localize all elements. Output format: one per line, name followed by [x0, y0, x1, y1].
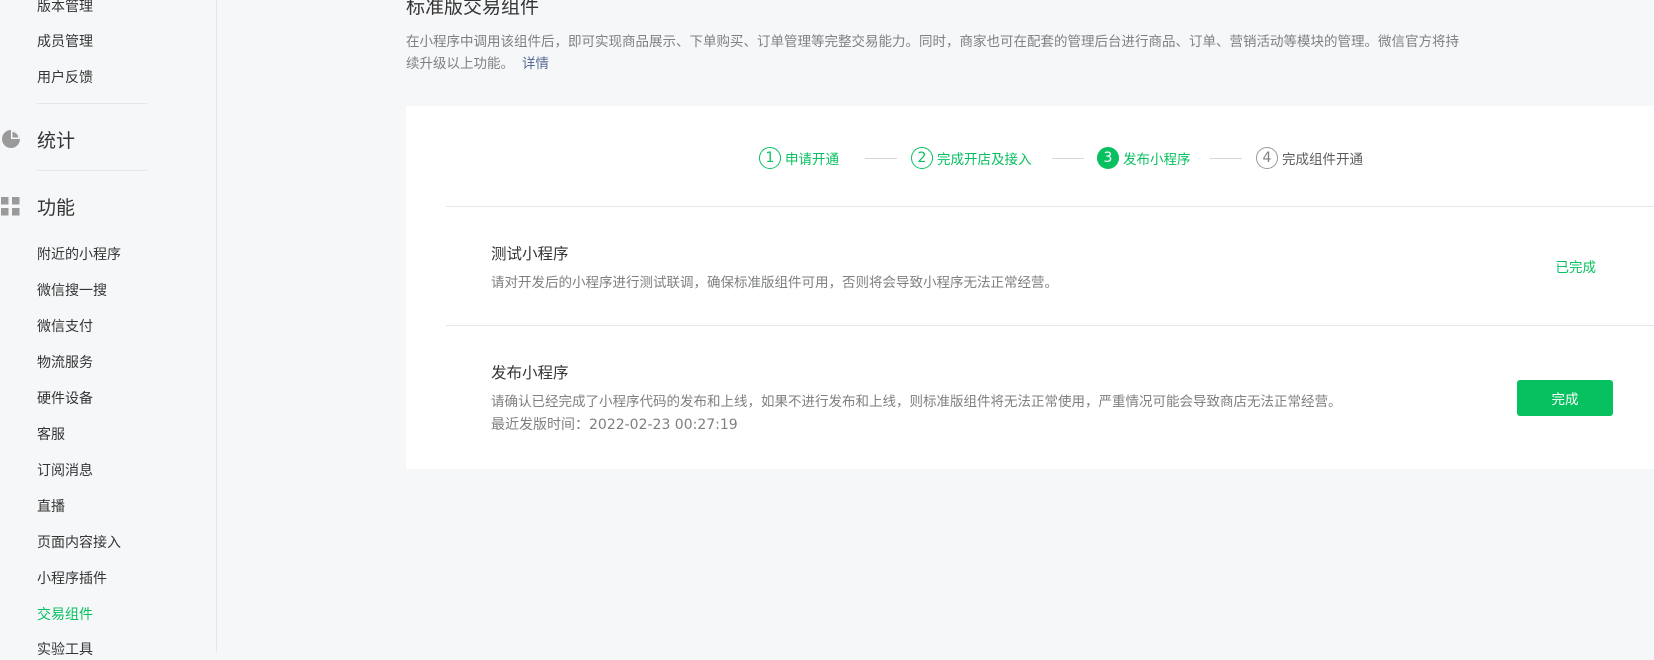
sidebar-group-label: 功能 — [37, 196, 76, 219]
sidebar-item-subscribe[interactable]: 订阅消息 — [37, 461, 93, 481]
sidebar-group-label: 统计 — [37, 129, 76, 152]
task-desc-publish: 请确认已经完成了小程序代码的发布和上线，如果不进行发布和上线，则标准版组件将无法… — [491, 394, 1342, 410]
step-number: 4 — [1256, 147, 1278, 169]
step-connector — [865, 158, 897, 159]
divider — [446, 325, 1654, 326]
step-label: 申请开通 — [785, 152, 839, 168]
sidebar-item-version[interactable]: 版本管理 — [37, 0, 93, 17]
sidebar: 版本管理 成员管理 用户反馈 统计 功能 附近的小程序 微信搜一搜 微信支付 物… — [0, 0, 217, 658]
description-text: 在小程序中调用该组件后，即可实现商品展示、下单购买、订单管理等完整交易能力。同时… — [406, 34, 1459, 72]
sidebar-item-nearby[interactable]: 附近的小程序 — [37, 245, 121, 265]
details-link[interactable]: 详情 — [522, 56, 549, 72]
sidebar-item-feedback[interactable]: 用户反馈 — [37, 68, 93, 88]
step-4: 4 完成组件开通 — [1256, 144, 1363, 172]
sidebar-item-pay[interactable]: 微信支付 — [37, 317, 93, 337]
main-content: 标准版交易组件 在小程序中调用该组件后，即可实现商品展示、下单购买、订单管理等完… — [217, 0, 1654, 653]
step-connector — [1052, 158, 1084, 159]
sidebar-item-plugin[interactable]: 小程序插件 — [37, 569, 107, 589]
step-1: 1 申请开通 — [759, 144, 839, 172]
sidebar-item-search[interactable]: 微信搜一搜 — [37, 281, 107, 301]
step-number: 2 — [911, 147, 933, 169]
step-3: 3 发布小程序 — [1097, 144, 1191, 172]
sidebar-group-stats[interactable]: 统计 — [0, 125, 75, 153]
sidebar-item-trade-component[interactable]: 交易组件 — [37, 605, 93, 625]
step-label: 完成组件开通 — [1282, 152, 1363, 168]
sidebar-item-experiment[interactable]: 实验工具 — [37, 640, 93, 660]
step-label: 完成开店及接入 — [937, 152, 1032, 168]
last-release-time: 最近发版时间：2022-02-23 00:27:19 — [491, 417, 738, 433]
step-label: 发布小程序 — [1123, 152, 1191, 168]
page-description: 在小程序中调用该组件后，即可实现商品展示、下单购买、订单管理等完整交易能力。同时… — [406, 31, 1466, 75]
pie-chart-icon — [1, 129, 21, 149]
sidebar-item-content[interactable]: 页面内容接入 — [37, 533, 121, 553]
status-completed: 已完成 — [1555, 260, 1597, 276]
divider — [446, 206, 1654, 207]
step-number: 3 — [1097, 147, 1119, 169]
complete-button[interactable]: 完成 — [1517, 380, 1613, 416]
sidebar-item-service[interactable]: 客服 — [37, 425, 65, 445]
sidebar-item-hardware[interactable]: 硬件设备 — [37, 389, 93, 409]
task-title-test: 测试小程序 — [491, 245, 569, 263]
grid-icon — [1, 196, 21, 216]
step-2: 2 完成开店及接入 — [911, 144, 1032, 172]
sidebar-item-members[interactable]: 成员管理 — [37, 32, 93, 52]
step-number: 1 — [759, 147, 781, 169]
sidebar-divider — [37, 103, 147, 104]
task-desc-test: 请对开发后的小程序进行测试联调，确保标准版组件可用，否则将会导致小程序无法正常经… — [491, 275, 1058, 291]
sidebar-item-logistics[interactable]: 物流服务 — [37, 353, 93, 373]
steps-card: 1 申请开通 2 完成开店及接入 3 发布小程序 4 完成组件开通 测试小程序 … — [406, 106, 1654, 469]
task-title-publish: 发布小程序 — [491, 364, 569, 382]
sidebar-divider — [37, 170, 147, 171]
page-title: 标准版交易组件 — [406, 0, 540, 18]
sidebar-item-live[interactable]: 直播 — [37, 497, 65, 517]
sidebar-group-features[interactable]: 功能 — [0, 192, 75, 220]
progress-steps: 1 申请开通 2 完成开店及接入 3 发布小程序 4 完成组件开通 — [406, 144, 1654, 172]
step-connector — [1210, 158, 1242, 159]
